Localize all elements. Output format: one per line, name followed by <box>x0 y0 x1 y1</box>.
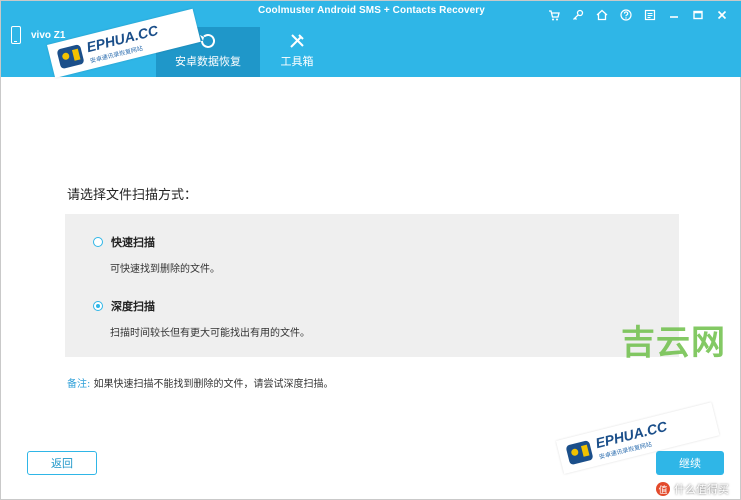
tab-label: 安卓数据恢复 <box>175 55 241 68</box>
option-quick-scan: 快速扫描 可快速找到删除的文件。 <box>93 234 220 275</box>
toolbox-logo-icon <box>56 44 85 70</box>
option-description: 扫描时间较长但有更大可能找出有用的文件。 <box>110 328 310 339</box>
tab-toolbox[interactable]: 工具箱 <box>266 27 328 77</box>
deep-scan-radio-row[interactable]: 深度扫描 <box>93 298 310 314</box>
option-title[interactable]: 深度扫描 <box>111 298 155 314</box>
toolbox-logo-icon <box>565 440 594 466</box>
option-deep-scan: 深度扫描 扫描时间较长但有更大可能找出有用的文件。 <box>93 298 310 339</box>
close-icon[interactable] <box>710 7 734 23</box>
quick-scan-radio[interactable] <box>93 237 103 247</box>
quick-scan-radio-row[interactable]: 快速扫描 <box>93 234 220 250</box>
scan-options-panel: 快速扫描 可快速找到删除的文件。 深度扫描 扫描时间较长但有更大可能找出有用的文… <box>65 214 679 357</box>
maximize-icon[interactable] <box>686 7 710 23</box>
note-label: 备注: <box>67 379 91 390</box>
tab-label: 工具箱 <box>280 55 314 68</box>
minimize-icon[interactable] <box>662 7 686 23</box>
scan-mode-prompt: 请选择文件扫描方式： <box>67 188 198 203</box>
site-watermark: 吉云网 <box>621 323 726 363</box>
key-icon[interactable] <box>566 7 590 23</box>
device-name: vivo Z1 <box>31 29 66 41</box>
phone-icon <box>11 26 21 44</box>
window-controls <box>542 7 734 23</box>
help-icon[interactable] <box>614 7 638 23</box>
tools-icon <box>266 32 328 50</box>
cart-icon[interactable] <box>542 7 566 23</box>
back-button[interactable]: 返回 <box>27 451 97 475</box>
smzdm-watermark: 值 什么值得买 <box>656 481 729 497</box>
option-title[interactable]: 快速扫描 <box>111 234 155 250</box>
smzdm-text: 什么值得买 <box>674 483 729 496</box>
continue-button[interactable]: 继续 <box>656 451 724 475</box>
feedback-icon[interactable] <box>638 7 662 23</box>
note-text: 如果快速扫描不能找到删除的文件，请尝试深度扫描。 <box>93 379 334 390</box>
app-window: Coolmuster Android SMS + Contacts Recove… <box>0 0 741 500</box>
scan-note: 备注: 如果快速扫描不能找到删除的文件，请尝试深度扫描。 <box>67 375 334 390</box>
smzdm-badge-icon: 值 <box>656 482 670 496</box>
option-description: 可快速找到删除的文件。 <box>110 264 220 275</box>
home-icon[interactable] <box>590 7 614 23</box>
deep-scan-radio[interactable] <box>93 301 103 311</box>
